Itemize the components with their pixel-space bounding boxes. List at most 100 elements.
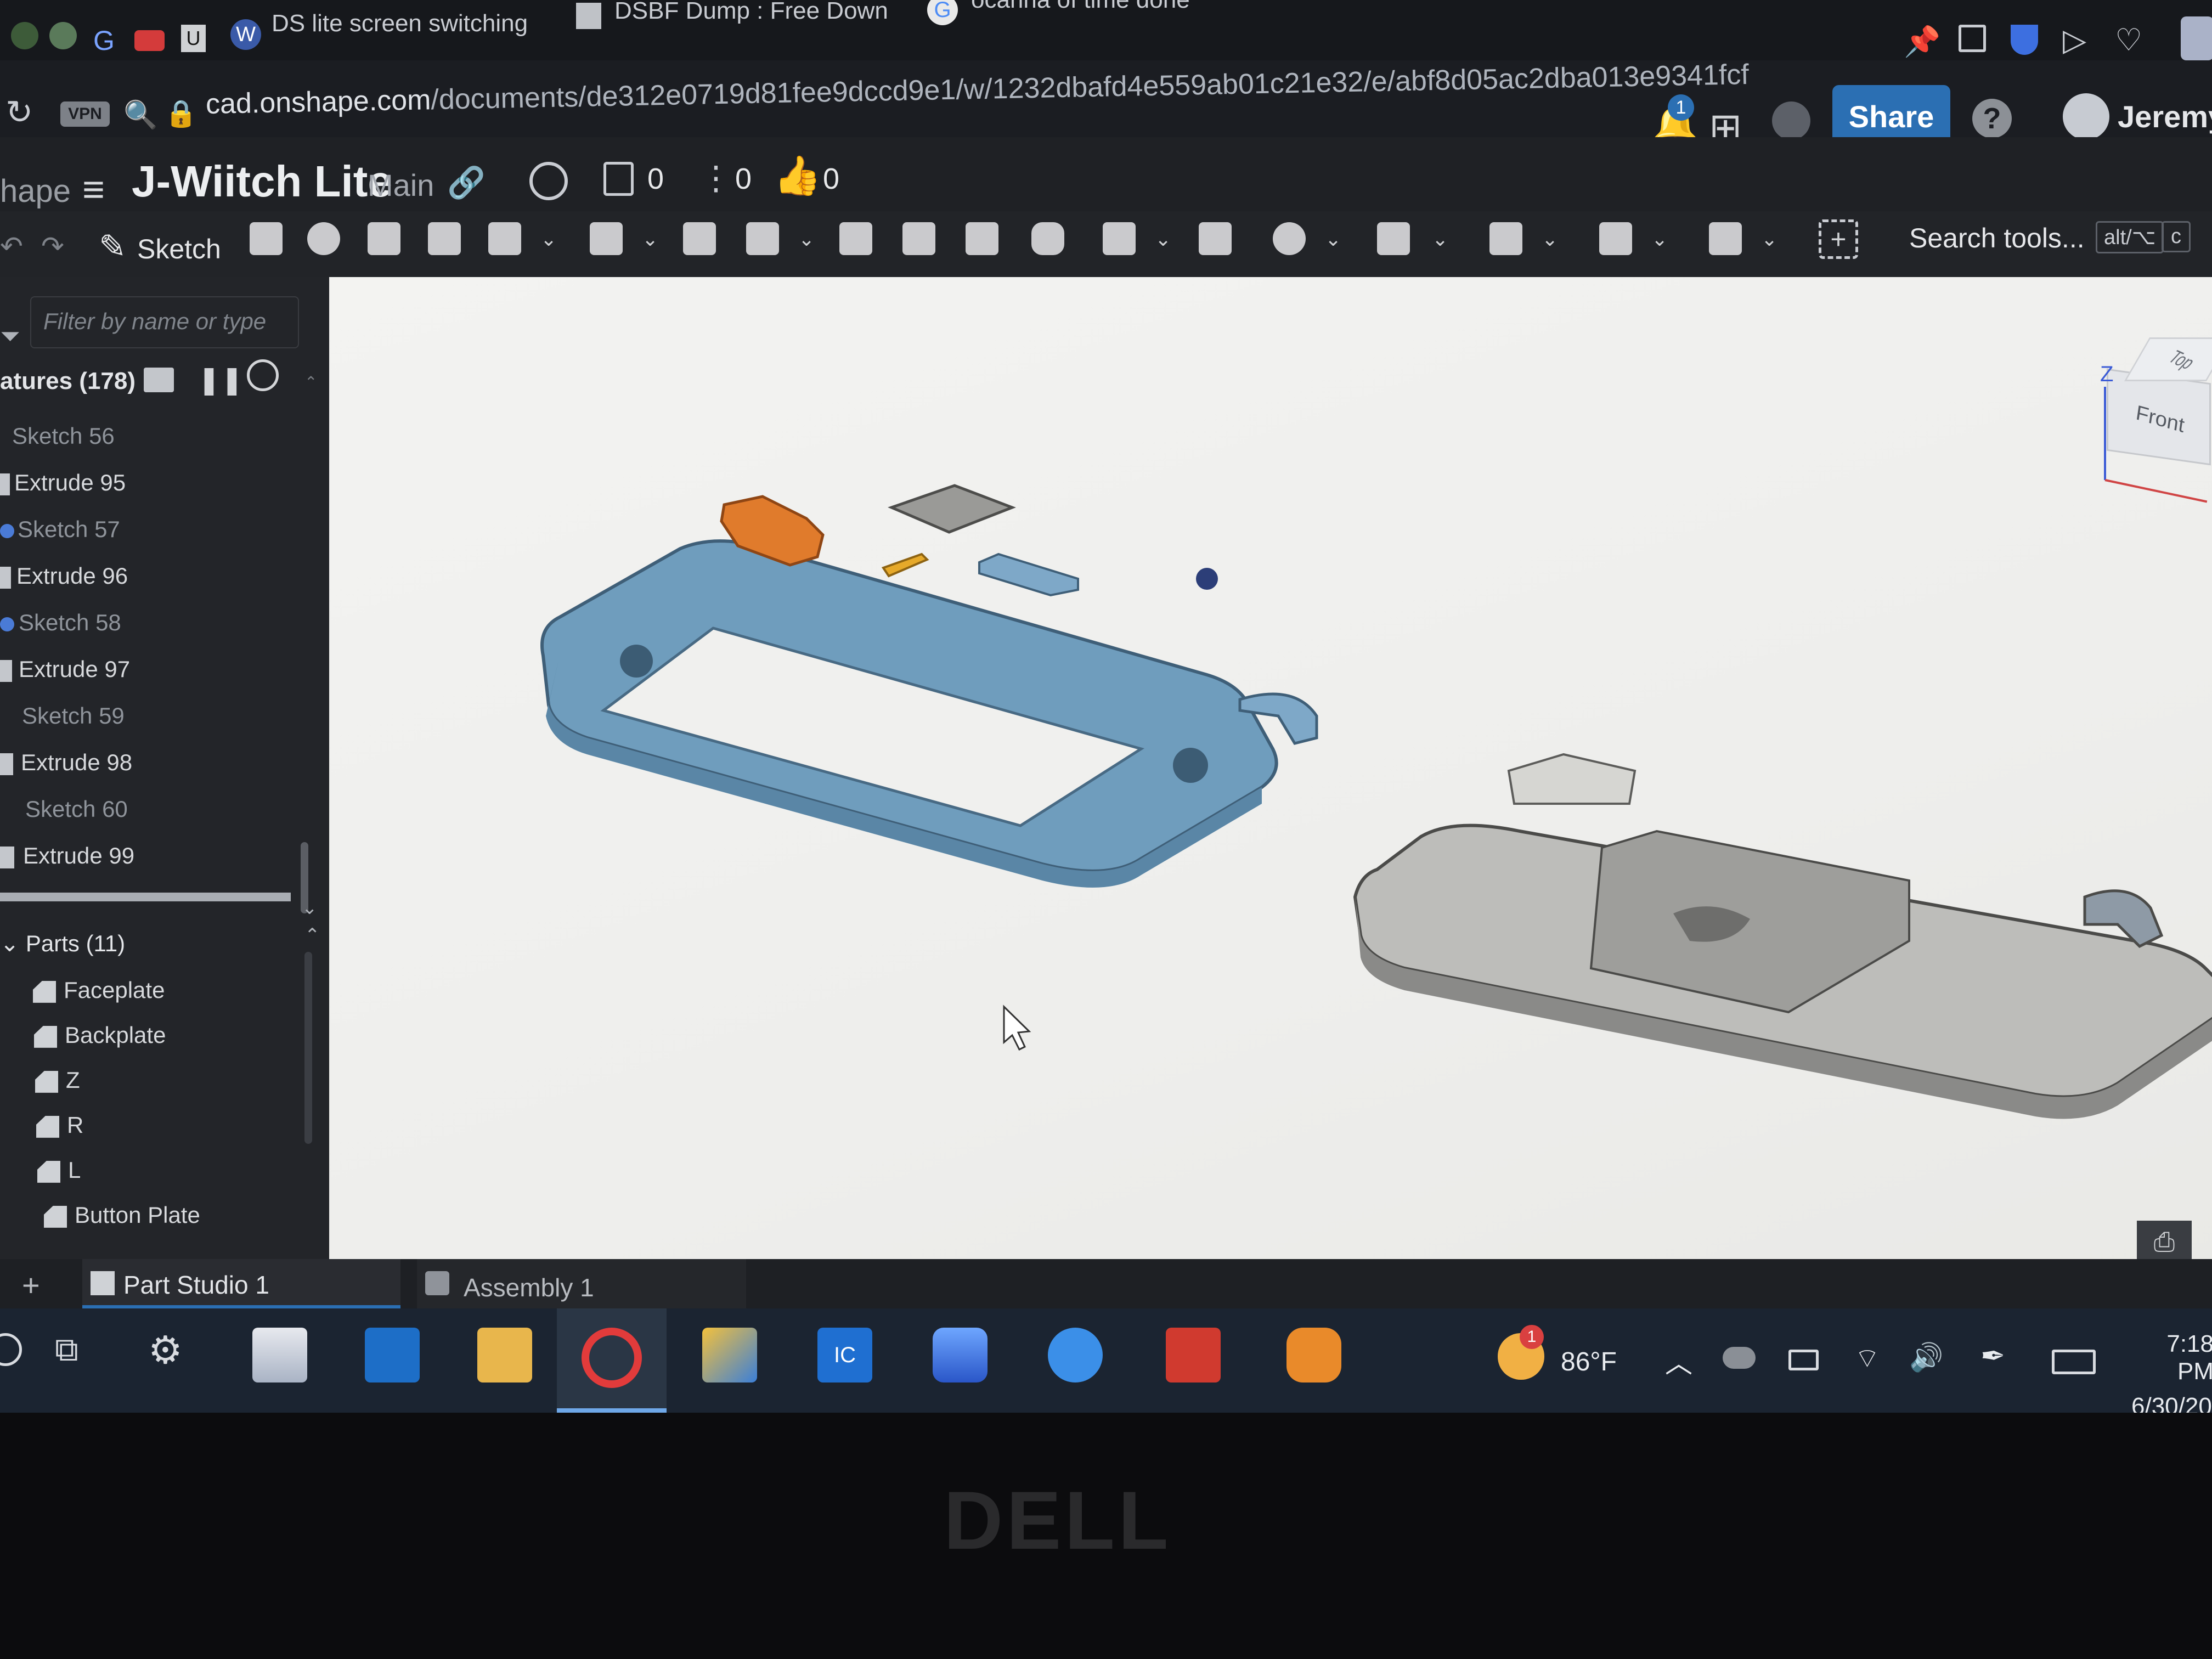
fillet-icon[interactable]: [590, 222, 623, 255]
store-icon[interactable]: [252, 1328, 307, 1383]
part-item-backplate[interactable]: Backplate: [34, 1013, 341, 1057]
thicken-icon[interactable]: [488, 222, 521, 255]
feature-item-extrude[interactable]: Extrude 97: [0, 647, 307, 691]
help-icon[interactable]: ?: [1972, 99, 2012, 138]
draft-icon[interactable]: [746, 222, 779, 255]
like-icon[interactable]: 👍: [774, 154, 821, 199]
arduino-icon[interactable]: [1048, 1328, 1103, 1383]
feature-item-extrude[interactable]: Extrude 96: [0, 554, 307, 598]
chamfer-icon[interactable]: [683, 222, 716, 255]
model-view[interactable]: [329, 277, 2212, 1281]
add-tab-icon[interactable]: +: [22, 1267, 40, 1303]
hole-icon[interactable]: [966, 222, 998, 255]
play-icon[interactable]: ▷: [2063, 22, 2086, 58]
game-icon[interactable]: [1166, 1328, 1221, 1383]
wifi-icon[interactable]: ⌔: [1854, 1341, 1880, 1376]
branch-label[interactable]: Main: [368, 167, 434, 203]
feature-item-extrude[interactable]: Extrude 95: [0, 461, 307, 505]
plane-icon[interactable]: [1489, 222, 1522, 255]
add-custom-feature-icon[interactable]: +: [1819, 219, 1858, 259]
button-plate-part[interactable]: [888, 484, 1016, 534]
mate-connector-icon[interactable]: [1599, 222, 1632, 255]
chevron-down-icon[interactable]: ⌄: [642, 228, 658, 251]
keyboard-icon[interactable]: [2052, 1350, 2096, 1374]
browser-tab[interactable]: DSBF Dump : Free Down: [614, 0, 888, 25]
globe-icon[interactable]: [529, 162, 568, 200]
part-item-faceplate[interactable]: Faceplate: [33, 968, 340, 1012]
chevron-down-icon[interactable]: ⌄: [302, 897, 318, 919]
feature-item-sketch[interactable]: Sketch 57: [0, 507, 307, 551]
loft-icon[interactable]: [428, 222, 461, 255]
feature-item-sketch[interactable]: Sketch 58: [0, 601, 307, 645]
part-item-l[interactable]: L: [37, 1148, 345, 1192]
branch-icon[interactable]: ⋮: [699, 159, 732, 198]
graphics-viewport[interactable]: Front Top Z ⎙: [329, 277, 2212, 1281]
mirror-icon[interactable]: [1199, 222, 1232, 255]
battery-icon[interactable]: [1788, 1350, 1819, 1370]
google-tab-icon[interactable]: G: [93, 25, 115, 57]
u-tab-icon[interactable]: U: [181, 25, 206, 52]
z-part[interactable]: [1196, 568, 1218, 590]
feature-item-extrude[interactable]: Extrude 99: [0, 834, 307, 878]
tab-part-studio-1[interactable]: Part Studio 1: [82, 1259, 400, 1308]
chevron-down-icon[interactable]: ⌄: [1761, 228, 1778, 251]
volume-icon[interactable]: 🔊: [1909, 1341, 1943, 1374]
view-cube-top-face[interactable]: Top: [2124, 337, 2212, 381]
link-icon[interactable]: 🔗: [447, 165, 486, 201]
add-folder-icon[interactable]: [144, 368, 174, 392]
rib-icon[interactable]: [839, 222, 872, 255]
cylinder-icon[interactable]: [1031, 222, 1064, 255]
pen-icon[interactable]: ✒: [1980, 1339, 2005, 1373]
yellow-part[interactable]: [881, 552, 929, 578]
feature-item-extrude[interactable]: Extrude 98: [0, 741, 307, 785]
backplate-part[interactable]: [1353, 753, 2212, 1119]
sheet-metal-icon[interactable]: [1709, 222, 1742, 255]
browser-tab[interactable]: ocarina of time done: [971, 0, 1190, 14]
chevron-up-icon[interactable]: ⌃: [304, 373, 317, 391]
user-name[interactable]: Jeremy: [2118, 99, 2212, 134]
pin-icon[interactable]: 📌: [1904, 25, 1940, 59]
chevron-up-icon[interactable]: ︿: [1665, 1341, 1692, 1381]
sweep-icon[interactable]: [368, 222, 400, 255]
search-icon[interactable]: [0, 1333, 22, 1366]
l-part[interactable]: [978, 552, 1079, 597]
chevron-down-icon[interactable]: ⌄: [1651, 228, 1668, 251]
chevron-down-icon[interactable]: ⌄: [1155, 228, 1171, 251]
feature-item-sketch[interactable]: Sketch 60: [0, 787, 307, 831]
feature-item-sketch[interactable]: Sketch 56: [0, 414, 307, 458]
opera-taskbar-item[interactable]: [557, 1308, 667, 1413]
task-view-icon[interactable]: ⧉: [55, 1330, 78, 1369]
heart-icon[interactable]: ♡: [2115, 22, 2142, 58]
reload-icon[interactable]: ↻: [5, 93, 33, 132]
chevron-down-icon[interactable]: ⌄: [1542, 228, 1558, 251]
filter-input[interactable]: Filter by name or type: [30, 296, 299, 348]
transform-icon[interactable]: [1377, 222, 1410, 255]
chevron-down-icon[interactable]: ⌄: [1325, 228, 1341, 251]
vscode-icon[interactable]: IC: [817, 1328, 872, 1383]
settings-icon[interactable]: ⚙: [148, 1328, 183, 1373]
faceplate-part[interactable]: [540, 539, 1278, 888]
key-icon[interactable]: 🔍: [123, 99, 157, 131]
rollback-bar[interactable]: [0, 893, 291, 901]
menu-icon[interactable]: ≡: [82, 167, 105, 211]
onedrive-icon[interactable]: [1723, 1347, 1756, 1369]
app-name-fragment[interactable]: hape: [0, 173, 71, 210]
part-item-button-plate[interactable]: Button Plate: [44, 1193, 351, 1237]
boolean-icon[interactable]: [1273, 222, 1306, 255]
sticky-notes-icon[interactable]: [702, 1328, 757, 1383]
outlook-icon[interactable]: [365, 1328, 420, 1383]
lock-icon[interactable]: 🔒: [165, 98, 198, 129]
view-cube-front-face[interactable]: Front: [2107, 368, 2211, 466]
avatar[interactable]: [2063, 93, 2109, 140]
ext-icon[interactable]: [49, 22, 77, 49]
search-tools-input[interactable]: Search tools...: [1909, 222, 2085, 254]
sidebar-icon[interactable]: [2181, 16, 2212, 60]
chevron-up-icon[interactable]: ⌃: [304, 924, 320, 946]
shield-icon[interactable]: [2011, 25, 2038, 55]
chevron-down-icon[interactable]: ⌄: [540, 228, 557, 251]
screenshot-icon[interactable]: [1959, 25, 1986, 52]
shell-icon[interactable]: [902, 222, 935, 255]
chevron-down-icon[interactable]: ⌄: [798, 228, 815, 251]
ext-icon[interactable]: [11, 22, 38, 49]
file-explorer-icon[interactable]: [477, 1328, 532, 1383]
